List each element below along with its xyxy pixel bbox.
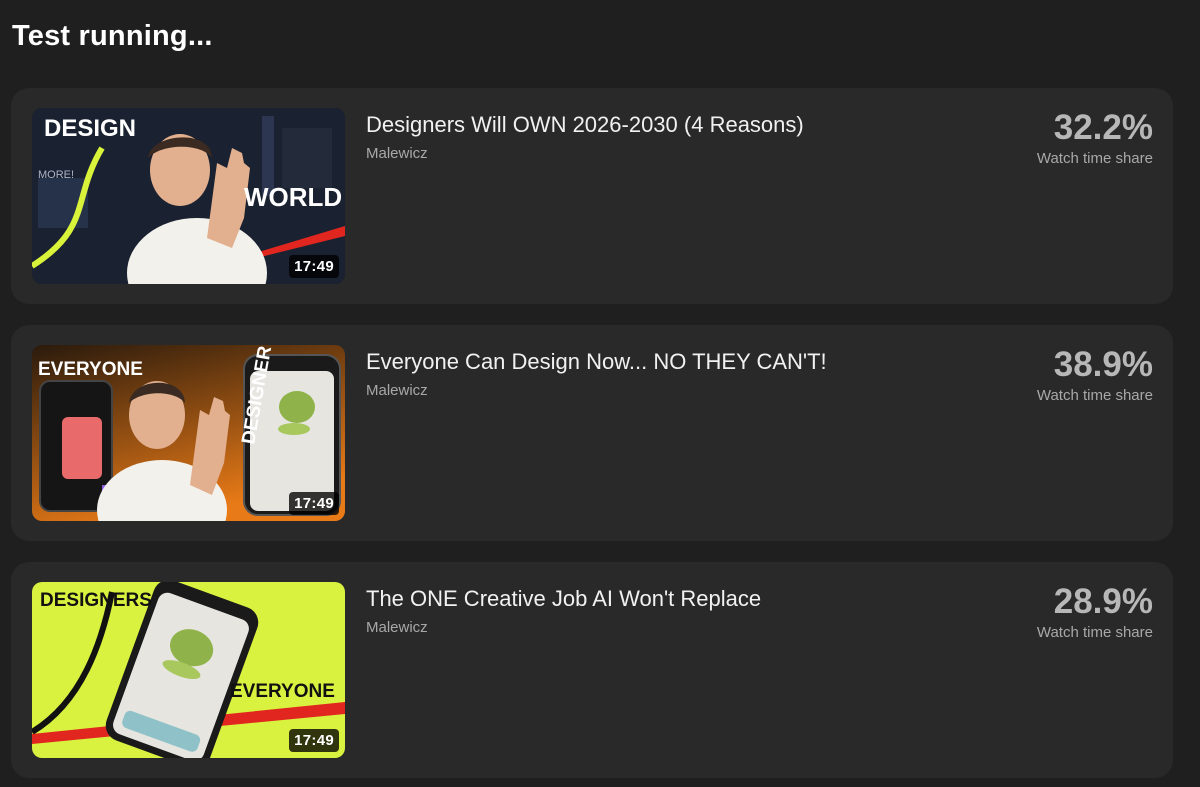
- channel-name[interactable]: Malewicz: [366, 619, 428, 636]
- variant-card: EVERYONE DESIGNER 17:49 Everyone Can Des…: [11, 325, 1173, 541]
- video-thumbnail[interactable]: EVERYONE DESIGNER 17:49: [32, 345, 345, 521]
- ab-test-page: Test running... DESIGN WORLD MORE! 17:49…: [0, 0, 1200, 787]
- page-title: Test running...: [12, 20, 213, 52]
- duration-badge: 17:49: [289, 255, 339, 278]
- variant-card: DESIGNERS EVERYONE 17:49 The ONE Creativ…: [11, 562, 1173, 778]
- watch-time-share-value: 38.9%: [1053, 345, 1153, 384]
- thumbnail-text: DESIGN: [44, 115, 136, 142]
- thumbnail-text: WORLD: [244, 182, 342, 212]
- variant-list: DESIGN WORLD MORE! 17:49 Designers Will …: [11, 88, 1173, 787]
- channel-name[interactable]: Malewicz: [366, 145, 428, 162]
- watch-time-share-value: 28.9%: [1053, 582, 1153, 621]
- video-title[interactable]: The ONE Creative Job AI Won't Replace: [366, 586, 761, 612]
- video-title[interactable]: Everyone Can Design Now... NO THEY CAN'T…: [366, 349, 827, 375]
- thumbnail-text: EVERYONE: [38, 359, 143, 380]
- video-title[interactable]: Designers Will OWN 2026-2030 (4 Reasons): [366, 112, 804, 138]
- duration-badge: 17:49: [289, 729, 339, 752]
- watch-time-share-label: Watch time share: [1036, 150, 1153, 167]
- thumbnail-text: MORE!: [38, 169, 74, 181]
- duration-badge: 17:49: [289, 492, 339, 515]
- variant-card: DESIGN WORLD MORE! 17:49 Designers Will …: [11, 88, 1173, 304]
- watch-time-share-label: Watch time share: [1036, 387, 1153, 404]
- watch-time-share-value: 32.2%: [1053, 108, 1153, 147]
- thumbnail-text: DESIGNERS: [40, 590, 152, 611]
- watch-time-share-label: Watch time share: [1036, 624, 1153, 641]
- channel-name[interactable]: Malewicz: [366, 382, 428, 399]
- thumbnail-text: EVERYONE: [230, 681, 335, 702]
- video-thumbnail[interactable]: DESIGN WORLD MORE! 17:49: [32, 108, 345, 284]
- video-thumbnail[interactable]: DESIGNERS EVERYONE 17:49: [32, 582, 345, 758]
